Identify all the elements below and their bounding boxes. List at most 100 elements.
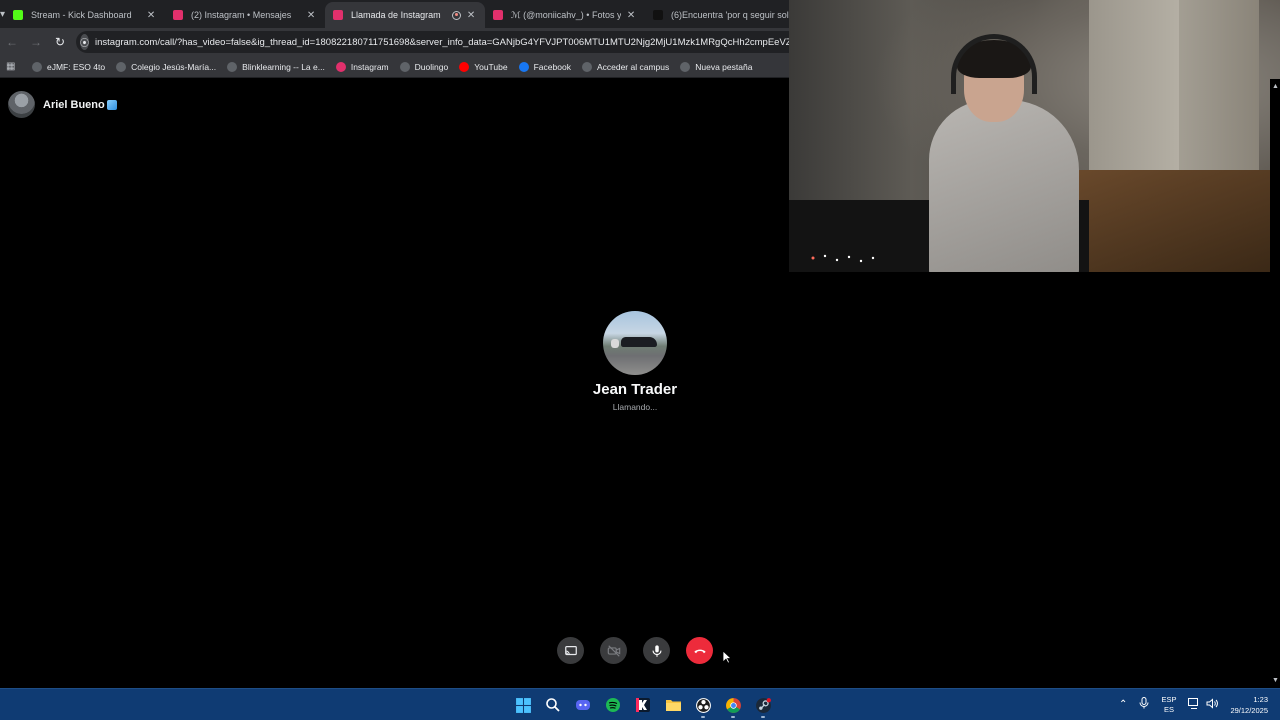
bookmark-item[interactable]: Facebook <box>518 61 571 72</box>
bookmark-label: Blinklearning -- La e... <box>242 61 325 72</box>
discord-icon[interactable] <box>572 694 594 716</box>
system-tray: ⌃ ESP ES 1:23 29/12/2025 <box>1119 689 1280 720</box>
screen: ▾ Stream - Kick Dashboard ✕ (2) Instagram … <box>0 0 1280 720</box>
bookmark-item[interactable]: Acceder al campus <box>581 61 670 72</box>
webcam-person <box>929 34 1079 272</box>
share-screen-icon <box>564 645 577 655</box>
file-explorer-icon[interactable] <box>662 694 684 716</box>
self-user: Ariel Bueno <box>8 91 117 118</box>
scroll-down-icon[interactable]: ▼ <box>1272 677 1279 684</box>
scroll-up-icon[interactable]: ▲ <box>1272 83 1279 90</box>
windows-taskbar: ⌃ ESP ES 1:23 29/12/2025 <box>0 688 1280 720</box>
bookmark-favicon-icon <box>335 61 346 72</box>
tab-favicon-icon <box>653 10 664 20</box>
bookmark-favicon-icon <box>227 61 238 72</box>
bookmark-favicon-icon <box>581 61 592 72</box>
forward-icon[interactable]: → <box>24 35 48 49</box>
bookmark-label: Facebook <box>533 61 571 72</box>
clock[interactable]: 1:23 29/12/2025 <box>1230 694 1268 716</box>
tab-favicon-icon <box>173 10 184 20</box>
reload-icon[interactable]: ↻ <box>48 35 72 49</box>
hang-up-icon <box>693 649 706 653</box>
network-icon[interactable] <box>1188 697 1200 712</box>
page-scrollbar[interactable]: ▲ ▼ <box>1270 79 1280 688</box>
tab-close-icon[interactable]: ✕ <box>625 10 637 21</box>
browser-tab[interactable]: Llamada de Instagram ✕ <box>325 2 486 28</box>
tab-title: ℳ (@moniicahv_) • Fotos y vid <box>511 9 622 20</box>
bookmark-label: YouTube <box>474 61 508 72</box>
browser-tab[interactable]: ℳ (@moniicahv_) • Fotos y vid✕ <box>485 2 645 28</box>
browser-tab[interactable]: (2) Instagram • Mensajes ✕ <box>165 2 325 28</box>
bookmark-favicon-icon <box>680 61 691 72</box>
microphone-tray-icon[interactable] <box>1139 697 1149 712</box>
bookmark-label: Acceder al campus <box>596 61 670 72</box>
kick-icon[interactable] <box>632 694 654 716</box>
tab-favicon-icon <box>13 10 24 20</box>
callee-panel: Jean Trader Llamando... <box>585 311 685 412</box>
video-off-button[interactable] <box>600 637 627 664</box>
tab-strip: ▾ Stream - Kick Dashboard ✕ (2) Instagram … <box>0 0 794 28</box>
windows-start-icon[interactable] <box>512 694 534 716</box>
address-bar[interactable]: ⦿ instagram.com/call/?has_video=false&ig… <box>76 31 790 53</box>
bookmark-label: Colegio Jesús-María... <box>131 61 217 72</box>
browser-tab[interactable]: Stream - Kick Dashboard ✕ <box>5 2 165 28</box>
bookmark-label: Nueva pestaña <box>695 61 753 72</box>
tab-favicon-icon <box>493 10 504 20</box>
show-hidden-icons-icon[interactable]: ⌃ <box>1119 699 1127 710</box>
microphone-button[interactable] <box>643 637 670 664</box>
bookmark-item[interactable]: Instagram <box>335 61 389 72</box>
bookmark-item[interactable]: Duolingo <box>399 61 449 72</box>
bookmarks-bar: ▦ eJMF: ESO 4to Colegio Jesús-María... Bli… <box>0 56 790 78</box>
search-icon[interactable] <box>542 694 564 716</box>
tab-close-icon[interactable]: ✕ <box>145 10 157 21</box>
recording-indicator-icon <box>452 10 462 20</box>
volume-icon[interactable] <box>1206 697 1219 712</box>
webcam-overlay <box>789 0 1280 272</box>
bookmark-label: Instagram <box>350 61 389 72</box>
ice-cube-emoji-icon <box>106 99 117 110</box>
video-off-icon <box>607 644 620 657</box>
share-screen-button[interactable] <box>557 637 584 664</box>
microphone-icon <box>651 644 662 657</box>
url-text[interactable]: instagram.com/call/?has_video=false&ig_t… <box>95 37 790 48</box>
bookmark-favicon-icon <box>32 61 42 72</box>
clock-time: 1:23 <box>1253 694 1268 704</box>
self-name: Ariel Bueno <box>43 98 105 111</box>
tab-close-icon[interactable]: ✕ <box>305 10 317 21</box>
tab-title: Llamada de Instagram <box>351 10 441 20</box>
chrome-icon[interactable] <box>722 694 744 718</box>
tab-title: (6)Encuentra 'por q seguir solo <box>671 10 794 20</box>
back-icon[interactable]: ← <box>0 35 24 49</box>
tab-favicon-icon <box>333 10 344 20</box>
bookmark-favicon-icon <box>518 61 529 72</box>
tab-title: (2) Instagram • Mensajes <box>191 10 292 20</box>
tab-close-icon[interactable]: ✕ <box>465 10 477 21</box>
call-controls <box>557 637 713 664</box>
bookmark-favicon-icon <box>116 61 127 72</box>
bookmark-label: Duolingo <box>414 61 449 72</box>
site-info-icon[interactable]: ⦿ <box>80 34 90 50</box>
bookmark-item[interactable]: Nueva pestaña <box>680 61 753 72</box>
spotify-icon[interactable] <box>602 694 624 716</box>
bookmark-item[interactable]: eJMF: ESO 4to <box>32 61 105 72</box>
bookmark-favicon-icon <box>399 61 410 72</box>
language-indicator[interactable]: ESP ES <box>1161 695 1176 715</box>
tab-title: Stream - Kick Dashboard <box>31 10 132 20</box>
call-status: Llamando... <box>612 402 658 412</box>
apps-grid-icon[interactable]: ▦ <box>6 61 20 72</box>
steam-icon[interactable] <box>752 694 774 718</box>
taskbar-apps <box>512 694 774 718</box>
browser-tab[interactable]: (6)Encuentra 'por q seguir solo <box>645 2 805 28</box>
self-avatar <box>8 91 35 118</box>
clock-date: 29/12/2025 <box>1230 705 1268 715</box>
address-toolbar: ← → ↻ ⦿ instagram.com/call/?has_video=fa… <box>0 28 790 56</box>
bookmark-item[interactable]: YouTube <box>459 61 508 72</box>
bookmark-item[interactable]: Colegio Jesús-María... <box>116 61 217 72</box>
callee-avatar <box>603 311 667 375</box>
desk-lights <box>811 254 875 263</box>
end-call-button[interactable] <box>686 637 713 664</box>
bookmark-favicon-icon <box>459 61 470 72</box>
obs-icon[interactable] <box>692 694 714 718</box>
mouse-cursor-icon <box>722 650 732 664</box>
bookmark-item[interactable]: Blinklearning -- La e... <box>227 61 325 72</box>
